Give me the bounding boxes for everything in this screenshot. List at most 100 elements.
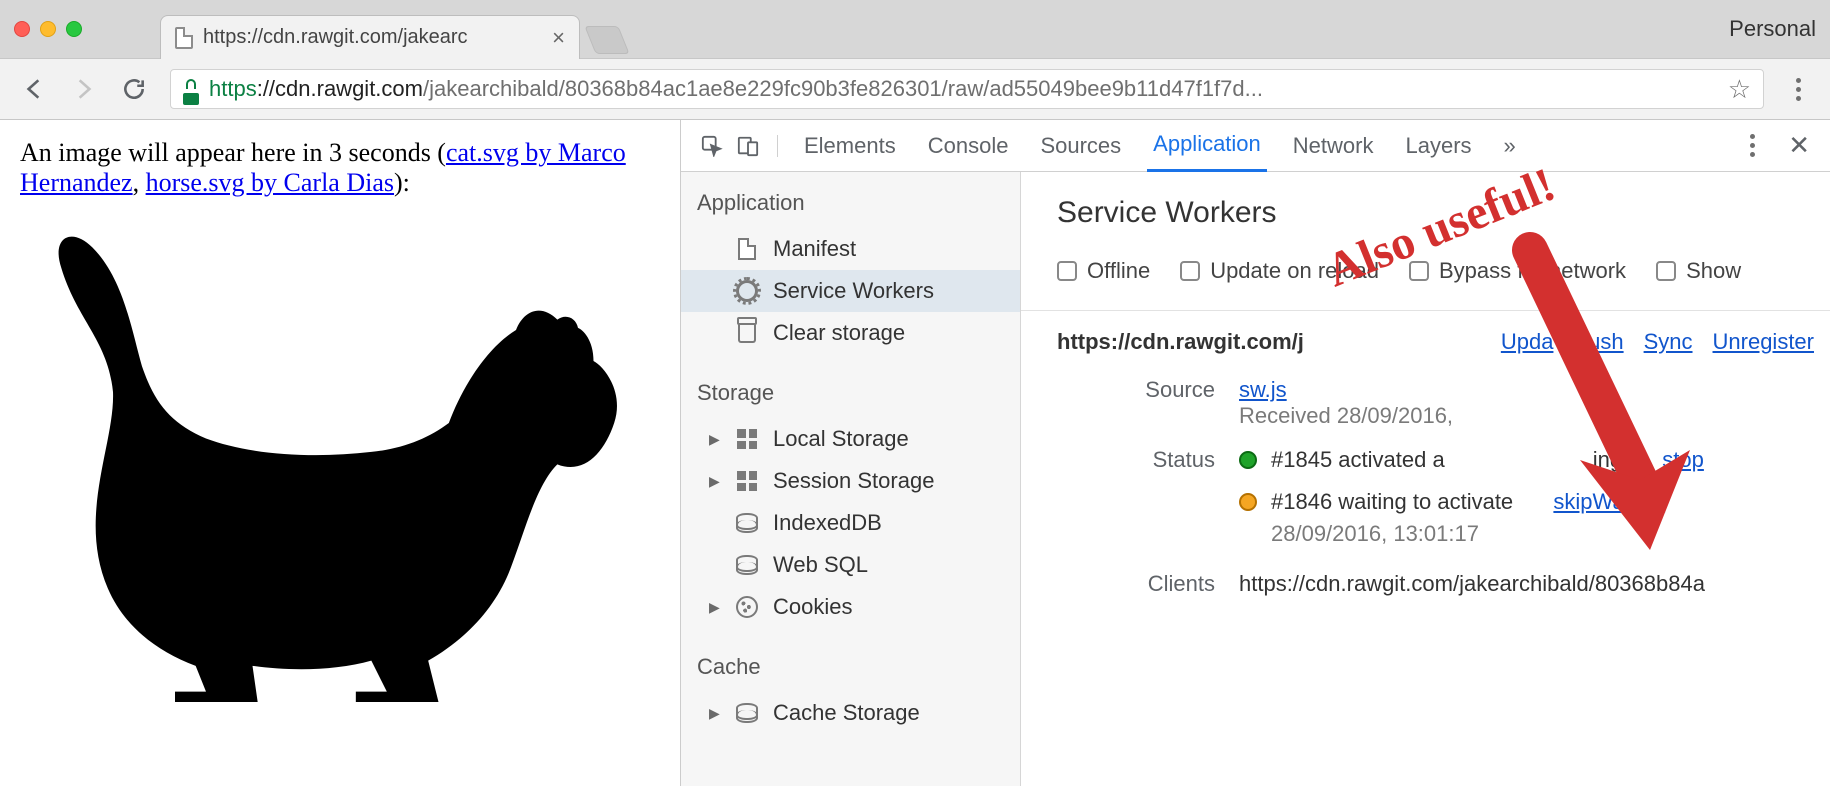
lock-icon <box>183 79 199 99</box>
registration-actions: Upda Push Sync Unregister <box>1501 329 1830 355</box>
devtools-inspect-controls <box>701 135 778 157</box>
link-update[interactable]: Upda <box>1501 329 1554 355</box>
sidebar-group-cache: Cache <box>681 636 1020 692</box>
panel-title: Service Workers <box>1057 196 1830 230</box>
link-sync[interactable]: Sync <box>1644 329 1693 355</box>
trash-icon <box>738 323 756 343</box>
link-unregister[interactable]: Unregister <box>1713 329 1814 355</box>
cat-image <box>20 204 660 711</box>
browser-tab[interactable]: https://cdn.rawgit.com/jakearc × <box>160 15 580 59</box>
window-controls <box>14 21 82 37</box>
devtools-body: Application Manifest Service Workers Cle… <box>681 172 1830 786</box>
devtools-tab-more[interactable]: » <box>1498 121 1522 171</box>
forward-button[interactable] <box>70 75 98 103</box>
devtools-tab-console[interactable]: Console <box>922 121 1015 171</box>
back-button[interactable] <box>20 75 48 103</box>
new-tab-button[interactable] <box>584 26 629 54</box>
tab-title: https://cdn.rawgit.com/jakearc <box>203 26 542 49</box>
sidebar-item-manifest[interactable]: Manifest <box>681 228 1020 270</box>
row-clients: Clients https://cdn.rawgit.com/jakearchi… <box>1117 571 1830 597</box>
storage-grid-icon <box>737 471 757 491</box>
maximize-window-icon[interactable] <box>66 21 82 37</box>
sidebar-item-indexeddb[interactable]: IndexedDB <box>681 502 1020 544</box>
row-status: Status #1845 activated a ing stop #1846 … <box>1117 447 1830 553</box>
application-sidebar: Application Manifest Service Workers Cle… <box>681 172 1021 786</box>
inspect-element-icon[interactable] <box>701 135 723 157</box>
content-area: An image will appear here in 3 seconds (… <box>0 120 1830 786</box>
link-horse-svg[interactable]: horse.svg by Carla Dias <box>146 168 394 197</box>
checkbox-icon <box>1180 261 1200 281</box>
chk-update-on-reload[interactable]: Update on reload <box>1180 258 1379 284</box>
database-icon <box>736 703 758 723</box>
devtools-tab-application[interactable]: Application <box>1147 119 1267 172</box>
chk-show-all[interactable]: Show <box>1656 258 1741 284</box>
devtools-tab-layers[interactable]: Layers <box>1399 121 1477 171</box>
sw-options-row: Offline Update on reload Bypass for netw… <box>1057 258 1830 284</box>
tab-close-icon[interactable]: × <box>552 25 565 51</box>
registration-url: https://cdn.rawgit.com/j <box>1057 329 1304 355</box>
label-source: Source <box>1117 377 1215 403</box>
page-viewport: An image will appear here in 3 seconds (… <box>0 120 680 786</box>
address-bar[interactable]: https://cdn.rawgit.com/jakearchibald/803… <box>170 69 1764 109</box>
source-received: Received 28/09/2016, <box>1239 403 1453 428</box>
url-text: https://cdn.rawgit.com/jakearchibald/803… <box>209 76 1718 102</box>
row-source: Source sw.js Received 28/09/2016, <box>1117 377 1830 429</box>
status-activated: #1845 activated a ing stop <box>1239 447 1704 473</box>
close-window-icon[interactable] <box>14 21 30 37</box>
status-waiting: #1846 waiting to activate skipWaiting <box>1239 489 1704 515</box>
devtools-close-icon[interactable]: ✕ <box>1788 130 1810 161</box>
clients-url: https://cdn.rawgit.com/jakearchibald/803… <box>1239 571 1705 597</box>
bookmark-star-icon[interactable]: ☆ <box>1728 74 1751 105</box>
registration-row: https://cdn.rawgit.com/j Upda Push Sync … <box>1057 329 1830 355</box>
status-dot-green-icon <box>1239 451 1257 469</box>
checkbox-icon <box>1656 261 1676 281</box>
page-intro: An image will appear here in 3 seconds (… <box>20 138 660 198</box>
link-source-file[interactable]: sw.js <box>1239 377 1287 402</box>
sidebar-item-cache-storage[interactable]: ▶Cache Storage <box>681 692 1020 734</box>
sidebar-item-service-workers[interactable]: Service Workers <box>681 270 1020 312</box>
devtools-toolbar: Elements Console Sources Application Net… <box>681 120 1830 172</box>
sidebar-item-clear-storage[interactable]: Clear storage <box>681 312 1020 354</box>
database-icon <box>736 555 758 575</box>
devtools-tab-sources[interactable]: Sources <box>1034 121 1127 171</box>
devtools-panel: Elements Console Sources Application Net… <box>680 120 1830 786</box>
status-dot-orange-icon <box>1239 493 1257 511</box>
label-status: Status <box>1117 447 1215 473</box>
caret-right-icon: ▶ <box>709 599 721 616</box>
devtools-tab-elements[interactable]: Elements <box>798 121 902 171</box>
sidebar-item-local-storage[interactable]: ▶Local Storage <box>681 418 1020 460</box>
caret-right-icon: ▶ <box>709 473 721 490</box>
window-titlebar: https://cdn.rawgit.com/jakearc × Persona… <box>0 0 1830 58</box>
link-skipwaiting[interactable]: skipWaiting <box>1553 489 1665 515</box>
device-toolbar-icon[interactable] <box>737 135 759 157</box>
caret-right-icon: ▶ <box>709 705 721 722</box>
database-icon <box>736 513 758 533</box>
minimize-window-icon[interactable] <box>40 21 56 37</box>
sidebar-item-cookies[interactable]: ▶Cookies <box>681 586 1020 628</box>
file-icon <box>738 238 756 260</box>
file-icon <box>175 27 193 49</box>
cat-silhouette-icon <box>20 204 640 704</box>
caret-right-icon: ▶ <box>709 431 721 448</box>
service-workers-panel: Service Workers Offline Update on reload… <box>1021 172 1830 786</box>
browser-menu-icon[interactable] <box>1786 78 1810 101</box>
status-waiting-time: 28/09/2016, 13:01:17 <box>1271 521 1704 547</box>
storage-grid-icon <box>737 429 757 449</box>
chk-bypass-network[interactable]: Bypass for network <box>1409 258 1626 284</box>
checkbox-icon <box>1057 261 1077 281</box>
cookie-icon <box>736 596 758 618</box>
chk-offline[interactable]: Offline <box>1057 258 1150 284</box>
reload-button[interactable] <box>120 75 148 103</box>
devtools-menu-icon[interactable] <box>1740 134 1764 157</box>
sidebar-item-session-storage[interactable]: ▶Session Storage <box>681 460 1020 502</box>
sidebar-group-storage: Storage <box>681 362 1020 418</box>
link-push[interactable]: Push <box>1573 329 1623 355</box>
link-stop[interactable]: stop <box>1662 447 1704 473</box>
devtools-tab-network[interactable]: Network <box>1287 121 1380 171</box>
sidebar-group-application: Application <box>681 172 1020 228</box>
profile-label[interactable]: Personal <box>1729 16 1816 42</box>
label-clients: Clients <box>1117 571 1215 597</box>
divider <box>1021 310 1830 311</box>
checkbox-icon <box>1409 261 1429 281</box>
sidebar-item-websql[interactable]: Web SQL <box>681 544 1020 586</box>
